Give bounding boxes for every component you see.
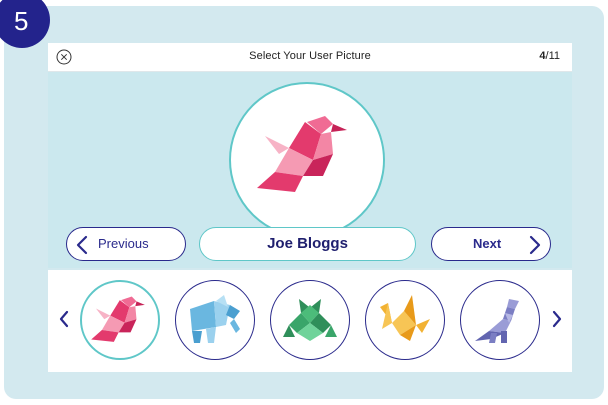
origami-frog-icon <box>283 299 337 341</box>
origami-bird-icon <box>91 296 145 342</box>
avatar-option-dinosaur[interactable] <box>460 280 540 360</box>
avatar-option-elephant[interactable] <box>175 280 255 360</box>
avatar-option-bird[interactable] <box>80 280 160 360</box>
origami-dinosaur-icon <box>475 299 519 343</box>
carousel-next-icon[interactable] <box>551 310 563 328</box>
dialog-header: Select Your User Picture 4/11 <box>48 43 572 72</box>
avatar-option-frog[interactable] <box>270 280 350 360</box>
avatar-carousel <box>48 270 572 372</box>
selected-avatar <box>229 82 385 238</box>
next-label: Next <box>473 236 502 251</box>
previous-label: Previous <box>98 236 149 251</box>
chevron-right-icon <box>529 235 541 255</box>
origami-crane-icon <box>380 295 430 341</box>
previous-button[interactable]: Previous <box>66 227 186 261</box>
counter-total: /11 <box>545 50 560 62</box>
carousel-prev-icon[interactable] <box>58 310 70 328</box>
avatar-option-crane[interactable] <box>365 280 445 360</box>
next-button[interactable]: Next <box>431 227 551 261</box>
user-name-field[interactable]: Joe Bloggs <box>199 227 416 261</box>
step-badge: 5 <box>0 0 50 48</box>
origami-elephant-icon <box>190 295 240 343</box>
wizard-panel: 5 Select Your User Picture 4/11 Previous… <box>0 0 604 399</box>
step-counter: 4/11 <box>539 50 560 62</box>
step-number: 5 <box>14 6 29 36</box>
dialog-title: Select Your User Picture <box>249 50 371 62</box>
chevron-left-icon <box>76 235 88 255</box>
origami-bird-icon <box>257 116 347 192</box>
